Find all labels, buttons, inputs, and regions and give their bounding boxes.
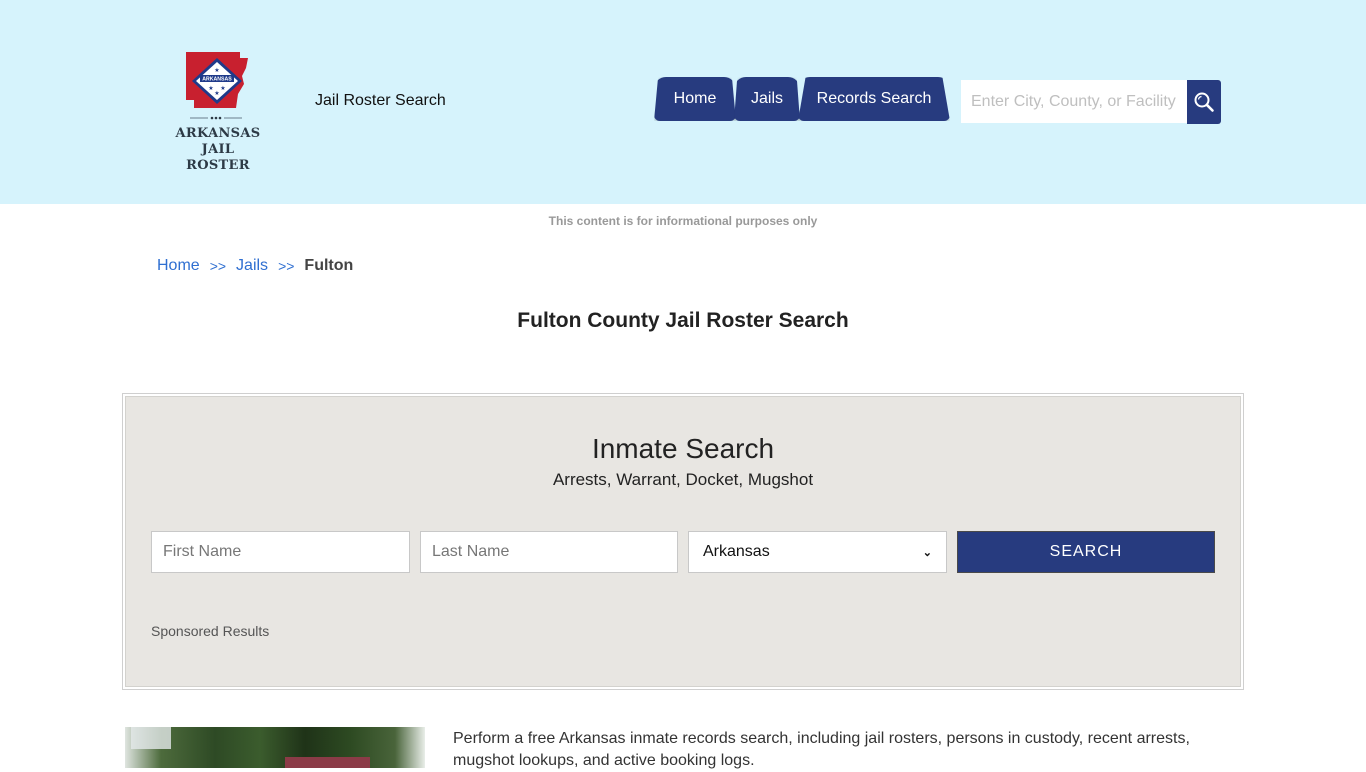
first-name-input[interactable] (151, 531, 410, 573)
logo-line-2: JAIL ROSTER (186, 142, 250, 173)
photo-sky (131, 727, 171, 749)
logo-wordmark: ARKANSAS JAIL ROSTER (168, 126, 268, 174)
inmate-search-subtitle: Arrests, Warrant, Docket, Mugshot (552, 470, 814, 489)
breadcrumb: Home >> Jails >> Fulton (157, 257, 353, 276)
breadcrumb-separator: >> (278, 258, 295, 274)
breadcrumb-home[interactable]: Home (157, 257, 200, 276)
svg-text:★: ★ (208, 85, 213, 92)
site-tagline: Jail Roster Search (315, 92, 446, 109)
inmate-search-form: Inmate Search Arrests, Warrant, Docket, … (125, 396, 1241, 687)
breadcrumb-separator: >> (209, 258, 227, 274)
svg-text:★: ★ (214, 67, 219, 74)
state-select-value: Arkansas (703, 543, 770, 560)
facility-search-button[interactable] (1187, 80, 1221, 124)
disclaimer-text: This content is for informational purpos… (548, 214, 818, 228)
inmate-search-button[interactable]: SEARCH (957, 531, 1215, 573)
svg-text:ARKANSAS: ARKANSAS (202, 77, 232, 83)
logo-divider (190, 116, 242, 120)
breadcrumb-current: Fulton (304, 257, 354, 274)
nav-tab-jails[interactable]: Jails (734, 77, 800, 121)
logo-line-1: ARKANSAS (175, 126, 261, 141)
main-nav: Home Jails Records Search (654, 77, 950, 121)
search-icon (1194, 92, 1214, 112)
page-title: Fulton County Jail Roster Search (517, 309, 849, 332)
facility-photo (125, 727, 425, 768)
site-header: ARKANSAS ★ ★ ★ ★ ARKANSAS JAIL ROSTER Ja… (0, 0, 1366, 204)
state-select[interactable]: Arkansas ⌄ (688, 531, 947, 573)
facility-search-input[interactable] (961, 80, 1188, 123)
site-logo[interactable]: ARKANSAS ★ ★ ★ ★ ARKANSAS JAIL ROSTER (168, 46, 268, 173)
svg-text:★: ★ (220, 85, 225, 92)
inmate-search-title: Inmate Search (591, 433, 775, 464)
sponsored-results-label: Sponsored Results (151, 623, 270, 639)
last-name-input[interactable] (420, 531, 678, 573)
chevron-down-icon: ⌄ (922, 546, 932, 559)
nav-tab-home[interactable]: Home (654, 77, 736, 121)
photo-building (285, 757, 370, 768)
intro-paragraph: Perform a free Arkansas inmate records s… (453, 730, 1190, 769)
breadcrumb-jails[interactable]: Jails (236, 257, 268, 276)
svg-text:★: ★ (214, 90, 219, 97)
inmate-search-panel: Inmate Search Arrests, Warrant, Docket, … (122, 393, 1244, 690)
nav-tab-records-search[interactable]: Records Search (798, 77, 950, 121)
arkansas-flag-map-icon: ARKANSAS ★ ★ ★ ★ (186, 52, 248, 108)
